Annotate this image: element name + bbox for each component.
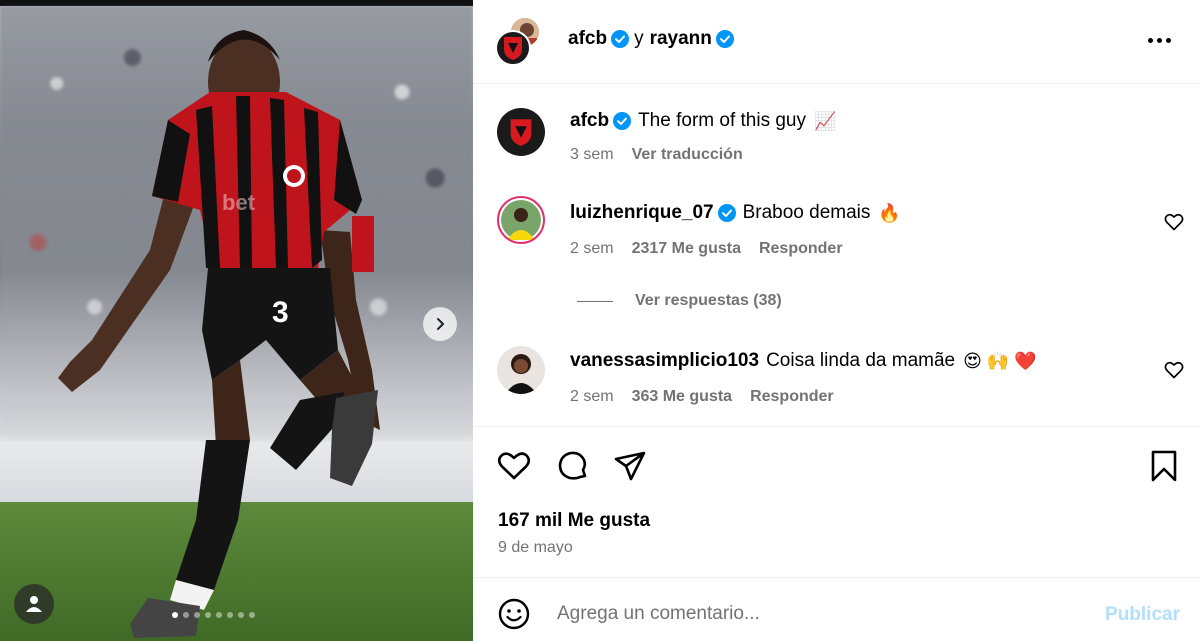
replies-divider — [577, 300, 613, 302]
reply-button[interactable]: Responder — [750, 388, 834, 406]
more-options-button[interactable] — [1148, 30, 1174, 50]
more-horizontal-icon — [1148, 37, 1153, 43]
more-dot — [1157, 37, 1162, 43]
like-comment-heart-icon[interactable] — [1164, 212, 1184, 232]
carousel-dot — [194, 612, 200, 618]
carousel-dot — [238, 612, 244, 618]
user-icon — [26, 596, 42, 612]
like-comment-heart-icon[interactable] — [1164, 360, 1184, 380]
svg-text:3: 3 — [272, 296, 289, 329]
verified-badge-icon — [611, 30, 630, 48]
comment-time[interactable]: 2 sem — [570, 240, 614, 258]
post-date[interactable]: 9 de mayo — [498, 539, 573, 557]
post-photo[interactable]: bet 3 — [0, 0, 473, 641]
share-paper-plane-icon[interactable] — [613, 449, 647, 483]
translate-link[interactable]: Ver traducción — [632, 146, 743, 164]
comment-text: Braboo demais — [742, 202, 871, 223]
view-replies-label: Ver respuestas (38) — [635, 292, 782, 309]
author-username-2[interactable]: rayann — [650, 28, 712, 50]
tagged-users-button[interactable] — [14, 584, 54, 624]
reply-button[interactable]: Responder — [759, 240, 843, 258]
comment-likes[interactable]: 363 Me gusta — [632, 388, 732, 406]
carousel-dot — [205, 612, 211, 618]
caption-username[interactable]: afcb — [570, 110, 609, 132]
more-dot — [1166, 37, 1171, 43]
post-side-panel: afcb y rayann afcb The form of this guy … — [473, 0, 1200, 641]
celebrating-player-illustration: bet 3 — [58, 30, 380, 638]
comment-username[interactable]: vanessasimplicio103 — [570, 350, 759, 372]
comment-input[interactable] — [557, 596, 1077, 632]
emoji-smiley-icon[interactable] — [497, 597, 531, 631]
carousel-dot — [227, 612, 233, 618]
instagram-post-modal: bet 3 afcb y rayann afcb The form of thi… — [0, 0, 1200, 641]
author-username-1[interactable]: afcb — [568, 28, 607, 50]
save-bookmark-icon[interactable] — [1149, 449, 1179, 483]
caption-time[interactable]: 3 sem — [570, 146, 614, 164]
post-authors: afcb y rayann — [568, 28, 739, 50]
caption-line: afcb The form of this guy 📈 — [570, 110, 836, 132]
comment-line: luizhenrique_07 Braboo demais 🔥 — [570, 202, 901, 224]
afcb-crest-icon — [510, 119, 532, 146]
carousel-dot — [183, 612, 189, 618]
comment-likes[interactable]: 2317 Me gusta — [632, 240, 741, 258]
collab-avatars[interactable] — [495, 16, 547, 66]
svg-text:bet: bet — [222, 190, 256, 215]
verified-badge-icon — [717, 204, 736, 222]
verified-badge-icon — [613, 112, 632, 130]
authors-joiner: y — [634, 28, 644, 49]
carousel-dot — [249, 612, 255, 618]
publish-button[interactable]: Publicar — [1105, 604, 1180, 626]
like-count[interactable]: 167 mil Me gusta — [498, 510, 650, 532]
next-photo-button[interactable] — [423, 307, 457, 341]
comment-meta: 2 sem 2317 Me gusta Responder — [570, 240, 843, 258]
post-actions: 167 mil Me gusta 9 de mayo — [473, 426, 1200, 578]
carousel-dot — [172, 612, 178, 618]
chevron-right-icon — [437, 318, 444, 330]
caption-text: The form of this guy — [638, 110, 806, 131]
emoji-group: 😍 🙌 ❤️ — [963, 351, 1037, 371]
person-icon — [501, 200, 541, 240]
comments-list: afcb The form of this guy 📈 3 sem Ver tr… — [473, 84, 1200, 426]
verified-badge-icon — [715, 30, 734, 48]
caption-meta: 3 sem Ver traducción — [570, 146, 743, 164]
commenter-avatar[interactable] — [497, 196, 545, 244]
comment-line: vanessasimplicio103 Coisa linda da mamãe… — [570, 350, 1037, 372]
comment-text: Coisa linda da mamãe — [766, 350, 956, 371]
like-heart-icon[interactable] — [497, 449, 531, 483]
post-header: afcb y rayann — [473, 0, 1200, 84]
afcb-crest-icon — [504, 37, 522, 60]
view-replies-button[interactable]: Ver respuestas (38) — [577, 292, 782, 310]
comment-time[interactable]: 2 sem — [570, 388, 614, 406]
chart-increasing-emoji: 📈 — [813, 111, 837, 131]
comment-composer: Publicar — [473, 578, 1200, 641]
comment-username[interactable]: luizhenrique_07 — [570, 202, 714, 224]
comment-meta: 2 sem 363 Me gusta Responder — [570, 388, 834, 406]
carousel-dot — [216, 612, 222, 618]
avatar-afcb[interactable] — [495, 30, 531, 66]
commenter-avatar[interactable] — [497, 346, 545, 394]
comment-bubble-icon[interactable] — [556, 449, 590, 483]
carousel-indicator — [172, 612, 255, 618]
fire-emoji: 🔥 — [878, 203, 901, 223]
person-icon — [497, 346, 545, 394]
caption-avatar[interactable] — [497, 108, 545, 156]
